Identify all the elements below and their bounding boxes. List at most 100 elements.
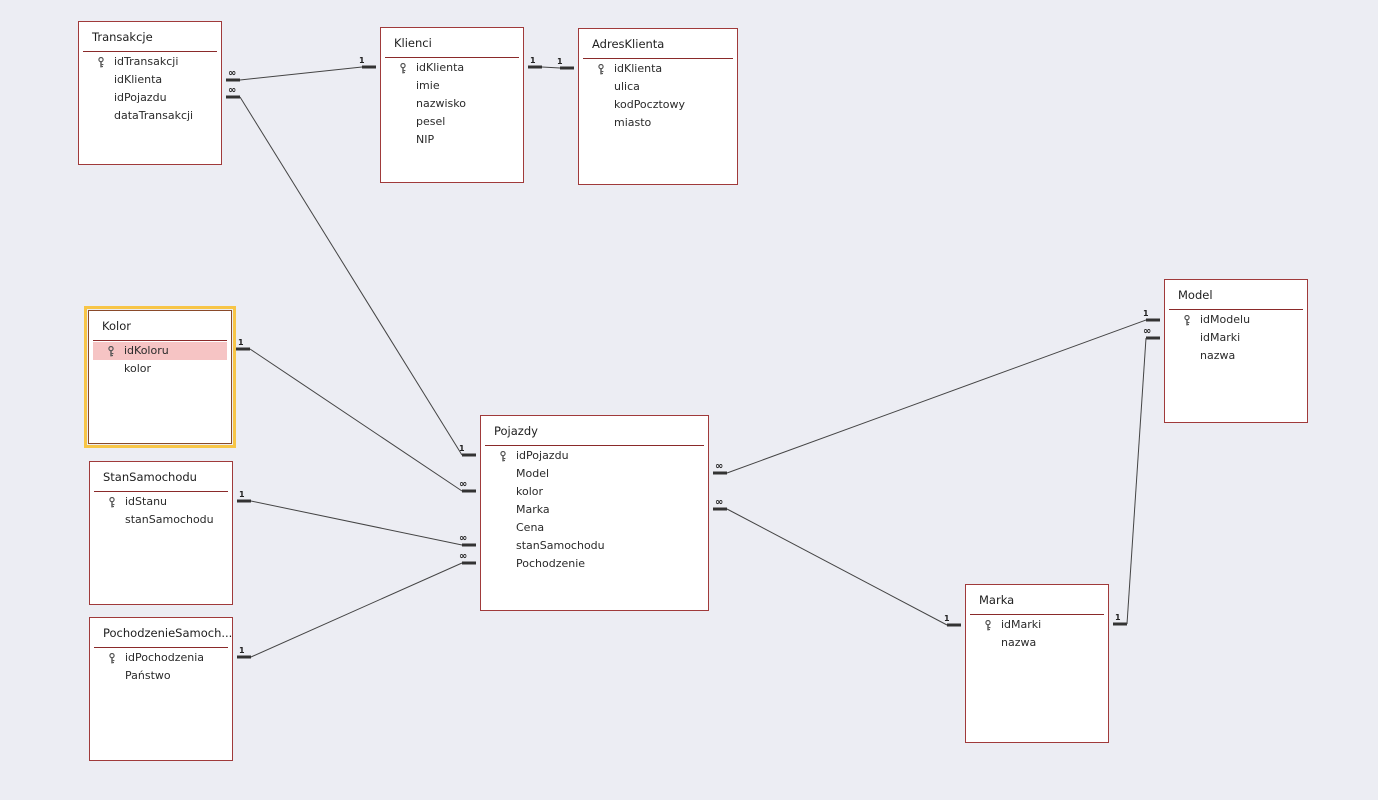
field-row[interactable]: Państwo bbox=[94, 667, 228, 685]
relationship-diagram: Transakcje idTransakcji idKlienta idPojazdu… bbox=[0, 0, 1378, 800]
table-title[interactable]: Transakcje bbox=[92, 30, 153, 44]
field-row[interactable]: idPochodzenia bbox=[94, 649, 228, 667]
field-row[interactable]: idKlienta bbox=[583, 60, 733, 78]
table-separator bbox=[83, 51, 217, 52]
table-separator bbox=[1169, 309, 1303, 310]
field-name: idMarki bbox=[1200, 331, 1241, 344]
field-row[interactable]: kodPocztowy bbox=[583, 96, 733, 114]
cardinality-one: 1 bbox=[1115, 613, 1121, 622]
field-name: idModelu bbox=[1200, 313, 1251, 326]
field-row[interactable]: ulica bbox=[583, 78, 733, 96]
field-name: kolor bbox=[124, 362, 152, 375]
field-list: idTransakcji idKlienta idPojazdu dataTransa… bbox=[83, 53, 217, 125]
table-adresklienta[interactable]: AdresKlienta idKlienta ulica kodPocztowy mia… bbox=[578, 28, 738, 185]
field-name: NIP bbox=[416, 133, 435, 146]
cardinality-one: 1 bbox=[1143, 309, 1149, 318]
cardinality-many: ∞ bbox=[1143, 326, 1151, 337]
field-name: nazwa bbox=[1200, 349, 1236, 362]
field-row[interactable]: Model bbox=[485, 465, 704, 483]
table-klienci[interactable]: Klienci idKlienta imie nazwisko pesel NIP bbox=[380, 27, 524, 183]
key-icon bbox=[97, 56, 105, 68]
cardinality-many: ∞ bbox=[459, 533, 467, 544]
field-name: kodPocztowy bbox=[614, 98, 686, 111]
field-list: idKlienta ulica kodPocztowy miasto bbox=[583, 60, 733, 132]
table-pochodzeniesamochodu[interactable]: PochodzenieSamoch... idPochodzenia Państwo bbox=[89, 617, 233, 761]
field-row[interactable]: Cena bbox=[485, 519, 704, 537]
key-icon bbox=[399, 62, 407, 74]
field-row[interactable]: nazwa bbox=[1169, 347, 1303, 365]
cardinality-many: ∞ bbox=[459, 479, 467, 490]
cardinality-one: 1 bbox=[238, 338, 244, 347]
table-title[interactable]: PochodzenieSamoch... bbox=[103, 626, 232, 640]
field-name: idKoloru bbox=[124, 344, 169, 357]
field-row[interactable]: pesel bbox=[385, 113, 519, 131]
field-row[interactable]: idKoloru bbox=[93, 342, 227, 360]
table-title[interactable]: Marka bbox=[979, 593, 1014, 607]
field-name: idPojazdu bbox=[114, 91, 167, 104]
field-row[interactable]: idPojazdu bbox=[83, 89, 217, 107]
field-row[interactable]: nazwa bbox=[970, 634, 1104, 652]
field-row[interactable]: stanSamochodu bbox=[94, 511, 228, 529]
field-name: Państwo bbox=[125, 669, 171, 682]
relationship-line[interactable] bbox=[250, 562, 463, 658]
field-name: Model bbox=[516, 467, 550, 480]
table-title[interactable]: Pojazdy bbox=[494, 424, 538, 438]
field-list: idKoloru kolor bbox=[93, 342, 227, 378]
field-row[interactable]: idTransakcji bbox=[83, 53, 217, 71]
relationship-line[interactable] bbox=[541, 66, 561, 69]
table-title[interactable]: Model bbox=[1178, 288, 1213, 302]
field-row[interactable]: idModelu bbox=[1169, 311, 1303, 329]
relationship-line[interactable] bbox=[1126, 337, 1147, 625]
key-icon bbox=[984, 619, 992, 631]
field-list: idKlienta imie nazwisko pesel NIP bbox=[385, 59, 519, 149]
cardinality-one: 1 bbox=[944, 614, 950, 623]
field-row[interactable]: NIP bbox=[385, 131, 519, 149]
field-list: idPochodzenia Państwo bbox=[94, 649, 228, 685]
field-row[interactable]: kolor bbox=[485, 483, 704, 501]
field-name: Marka bbox=[516, 503, 550, 516]
field-name: idKlienta bbox=[416, 61, 465, 74]
key-icon bbox=[597, 63, 605, 75]
field-row[interactable]: idKlienta bbox=[385, 59, 519, 77]
field-name: ulica bbox=[614, 80, 640, 93]
table-pojazdy[interactable]: Pojazdy idPojazdu Model kolor Marka Cena stanS… bbox=[480, 415, 709, 611]
field-row[interactable]: idMarki bbox=[970, 616, 1104, 634]
field-row[interactable]: Marka bbox=[485, 501, 704, 519]
field-row[interactable]: miasto bbox=[583, 114, 733, 132]
table-separator bbox=[94, 647, 228, 648]
cardinality-one: 1 bbox=[359, 56, 365, 65]
table-title[interactable]: Klienci bbox=[394, 36, 432, 50]
field-row[interactable]: Pochodzenie bbox=[485, 555, 704, 573]
relationship-line[interactable] bbox=[726, 508, 948, 626]
field-row[interactable]: nazwisko bbox=[385, 95, 519, 113]
table-separator bbox=[970, 614, 1104, 615]
field-row[interactable]: idStanu bbox=[94, 493, 228, 511]
table-title[interactable]: StanSamochodu bbox=[103, 470, 197, 484]
field-name: Cena bbox=[516, 521, 545, 534]
table-stansamochodu[interactable]: StanSamochodu idStanu stanSamochodu bbox=[89, 461, 233, 605]
table-kolor[interactable]: Kolor idKoloru kolor bbox=[84, 306, 236, 448]
field-row[interactable]: idKlienta bbox=[83, 71, 217, 89]
field-name: dataTransakcji bbox=[114, 109, 194, 122]
table-title[interactable]: Kolor bbox=[102, 319, 131, 333]
key-icon bbox=[108, 496, 116, 508]
table-marka[interactable]: Marka idMarki nazwa bbox=[965, 584, 1109, 743]
field-row[interactable]: kolor bbox=[93, 360, 227, 378]
field-row[interactable]: imie bbox=[385, 77, 519, 95]
field-row[interactable]: idPojazdu bbox=[485, 447, 704, 465]
field-list: idPojazdu Model kolor Marka Cena stanSamochod… bbox=[485, 447, 704, 573]
table-separator bbox=[485, 445, 704, 446]
table-model[interactable]: Model idModelu idMarki nazwa bbox=[1164, 279, 1308, 423]
relationship-line[interactable] bbox=[250, 500, 463, 546]
field-row[interactable]: idMarki bbox=[1169, 329, 1303, 347]
relationship-line[interactable] bbox=[249, 348, 463, 492]
cardinality-one: 1 bbox=[459, 444, 465, 453]
relationship-line[interactable] bbox=[239, 66, 363, 81]
table-transakcje[interactable]: Transakcje idTransakcji idKlienta idPojazdu… bbox=[78, 21, 222, 165]
relationship-line[interactable] bbox=[726, 319, 1147, 474]
field-name: nazwa bbox=[1001, 636, 1037, 649]
field-row[interactable]: dataTransakcji bbox=[83, 107, 217, 125]
table-title[interactable]: AdresKlienta bbox=[592, 37, 664, 51]
field-name: Pochodzenie bbox=[516, 557, 586, 570]
field-row[interactable]: stanSamochodu bbox=[485, 537, 704, 555]
